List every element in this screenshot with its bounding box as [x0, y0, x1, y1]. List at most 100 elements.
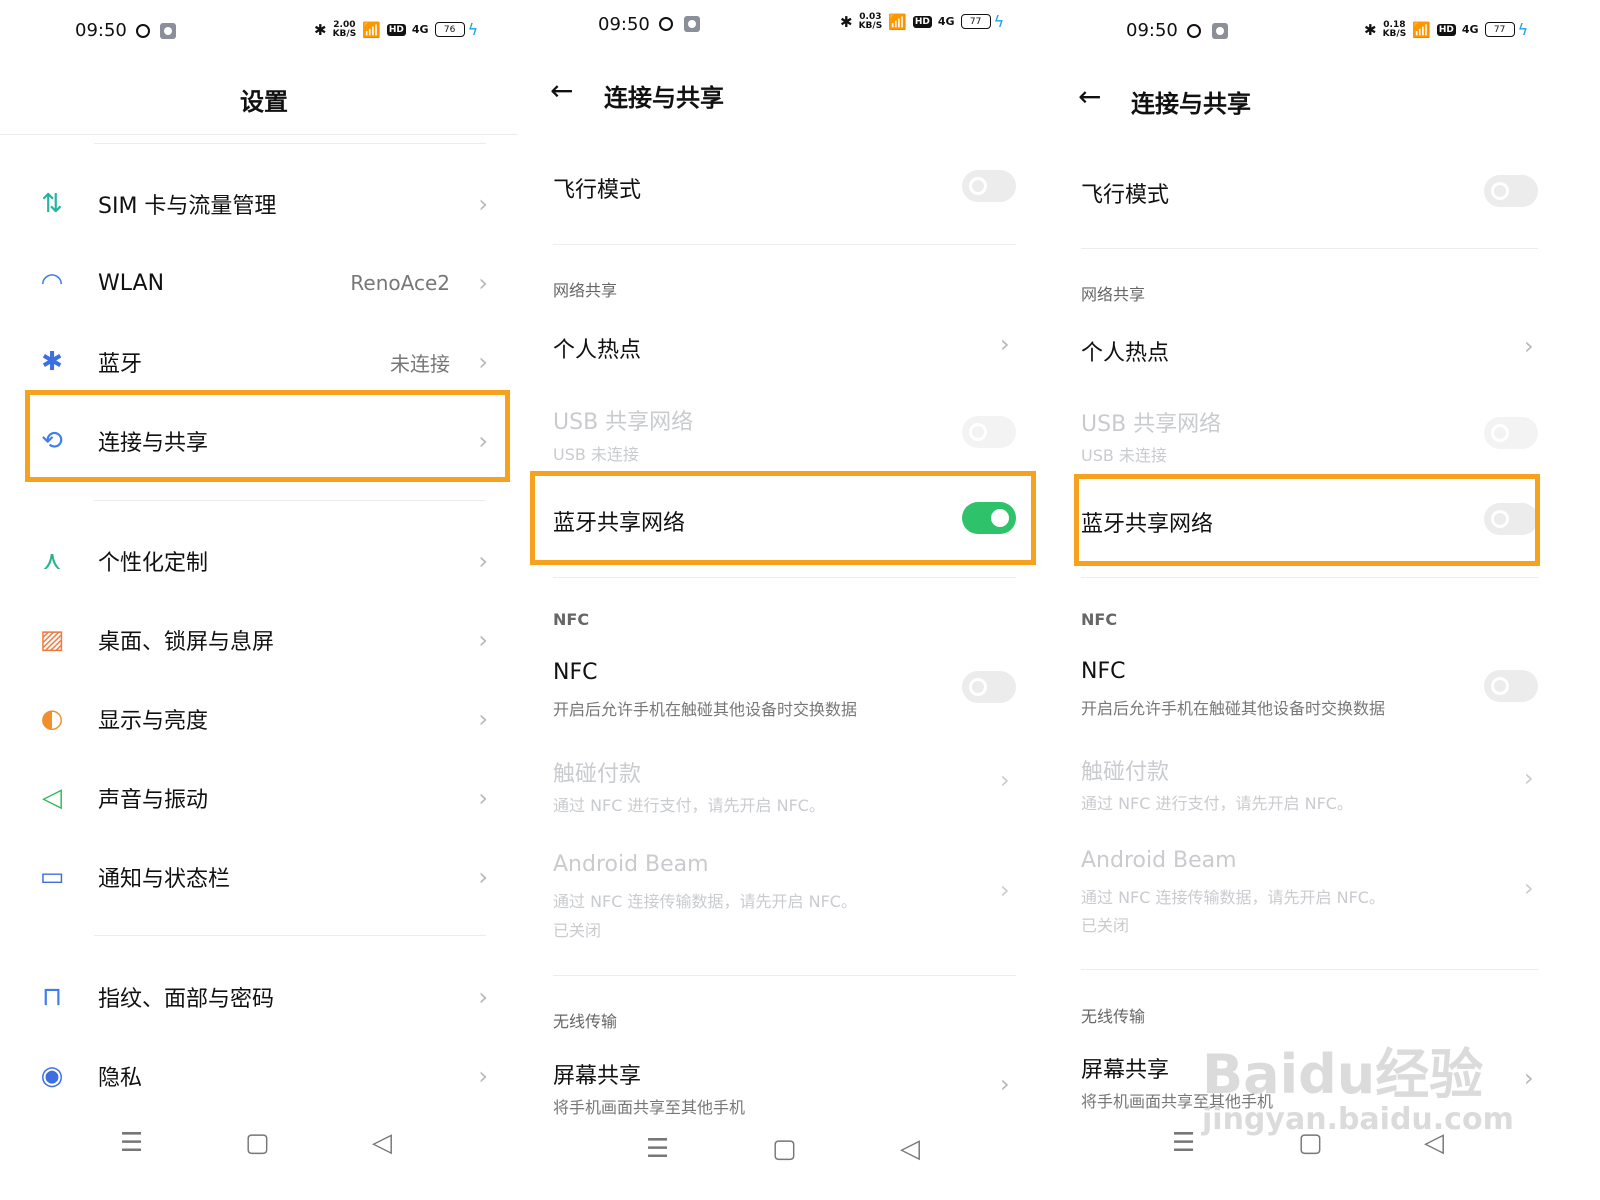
- wifi-status-icon: 📶: [362, 20, 381, 39]
- tap-pay-description: 通过 NFC 进行支付，请先开启 NFC。: [1081, 794, 1353, 813]
- nfc-description: 开启后允许手机在触碰其他设备时交换数据: [1081, 699, 1386, 718]
- sim-data-icon: ⇅: [41, 189, 63, 219]
- chevron-right-icon: ›: [478, 547, 488, 575]
- privacy-eye-icon: ◉: [40, 1061, 64, 1091]
- nav-back-icon[interactable]: ◁: [900, 1134, 920, 1164]
- settings-item-label: 显示与亮度: [98, 709, 209, 734]
- personalize-icon: ⋏: [42, 546, 62, 576]
- settings-screen: 09:50 ✱ 2.00 KB/S 📶 HD 4G 76 ϟ 设置 ⇅ SIM 卡与…: [0, 0, 528, 1200]
- hotspot-label[interactable]: 个人热点: [553, 332, 641, 364]
- section-wireless: 无线传输: [553, 1012, 618, 1031]
- nfc-toggle[interactable]: [1484, 670, 1538, 702]
- signal-icon: 4G: [1461, 23, 1479, 36]
- settings-item[interactable]: ◉ 隐私 ›: [32, 1046, 492, 1106]
- settings-item[interactable]: ⇅ SIM 卡与流量管理 ›: [32, 174, 492, 234]
- chevron-right-icon: ›: [1000, 330, 1010, 358]
- settings-item-label: 蓝牙: [98, 352, 143, 377]
- chevron-right-icon: ›: [478, 626, 488, 654]
- settings-item[interactable]: ▨ 桌面、锁屏与息屏 ›: [32, 610, 492, 670]
- section-wireless: 无线传输: [1081, 1007, 1146, 1026]
- highlight-box: [530, 471, 1036, 565]
- chevron-right-icon: ›: [478, 190, 488, 218]
- nav-menu-icon[interactable]: ☰: [120, 1128, 143, 1158]
- chevron-right-icon: ›: [1000, 766, 1010, 794]
- hd-icon: HD: [912, 15, 932, 28]
- chevron-right-icon: ›: [1524, 874, 1534, 902]
- bluetooth-status-icon: ✱: [1364, 20, 1377, 39]
- sound-icon: ◁: [42, 783, 62, 813]
- net-speed: 0.18 KB/S: [1382, 19, 1407, 39]
- settings-item-label: 声音与振动: [98, 788, 209, 813]
- usb-tether-toggle: [962, 416, 1016, 448]
- settings-item-label: 个性化定制: [98, 551, 209, 576]
- status-bar: 09:50 ✱ 0.18 KB/S 📶 HD 4G 77 ϟ: [1062, 16, 1600, 46]
- nav-back-icon[interactable]: ◁: [1424, 1128, 1444, 1158]
- usb-tether-status: USB 未连接: [553, 445, 639, 464]
- sync-icon: [659, 17, 673, 31]
- status-bar: 09:50 ✱ 0.03 KB/S 📶 HD 4G 77 ϟ: [528, 11, 1062, 46]
- sync-icon: [1187, 24, 1201, 38]
- nfc-label: NFC: [553, 660, 598, 685]
- nfc-label: NFC: [1081, 659, 1126, 684]
- airplane-mode-toggle[interactable]: [1484, 175, 1538, 207]
- bluetooth-icon: ✱: [41, 347, 63, 377]
- section-network-share: 网络共享: [553, 281, 618, 300]
- hotspot-label[interactable]: 个人热点: [1081, 335, 1169, 367]
- usb-tether-status: USB 未连接: [1081, 446, 1167, 465]
- hd-icon: HD: [386, 23, 406, 36]
- settings-item-value: 未连接: [390, 351, 450, 376]
- android-beam-label: Android Beam: [553, 852, 709, 877]
- signal-icon: 4G: [411, 23, 429, 36]
- settings-item[interactable]: ▭ 通知与状态栏 ›: [32, 847, 492, 907]
- nav-menu-icon[interactable]: ☰: [1172, 1128, 1195, 1158]
- brightness-icon: ◐: [40, 704, 64, 734]
- nav-home-icon[interactable]: ▢: [1298, 1128, 1323, 1158]
- watermark-logo: Baidu经验: [1202, 1043, 1484, 1106]
- settings-item-label: 指纹、面部与密码: [98, 987, 275, 1012]
- settings-item[interactable]: ⋏ 个性化定制 ›: [32, 531, 492, 591]
- usb-tether-label: USB 共享网络: [553, 410, 694, 435]
- chevron-right-icon: ›: [1524, 1064, 1534, 1092]
- settings-item-label: WLAN: [98, 270, 165, 296]
- back-button[interactable]: ←: [550, 74, 573, 107]
- screen-share-description: 将手机画面共享至其他手机: [553, 1098, 746, 1117]
- tap-pay-label: 触碰付款: [1081, 760, 1170, 785]
- screen-share-label[interactable]: 屏幕共享: [1081, 1052, 1169, 1084]
- clock: 09:50: [75, 20, 127, 41]
- airplane-mode-toggle[interactable]: [962, 170, 1016, 202]
- battery-icon: 76: [434, 22, 465, 37]
- wifi-icon: ◠: [40, 268, 64, 298]
- clock: 09:50: [1126, 20, 1178, 41]
- settings-item[interactable]: ⊓ 指纹、面部与密码 ›: [32, 967, 492, 1027]
- screen-share-label[interactable]: 屏幕共享: [553, 1058, 641, 1090]
- charging-icon: ϟ: [1517, 20, 1529, 39]
- connection-share-screen-off: 09:50 ✱ 0.18 KB/S 📶 HD 4G 77 ϟ ← 连接与共享 飞行…: [1062, 0, 1600, 1200]
- settings-item[interactable]: ✱ 蓝牙 未连接 ›: [32, 332, 492, 392]
- nav-back-icon[interactable]: ◁: [372, 1128, 392, 1158]
- wifi-status-icon: 📶: [888, 12, 907, 31]
- clock: 09:50: [598, 14, 650, 35]
- battery-icon: 77: [960, 14, 991, 29]
- sync-icon: [136, 24, 150, 38]
- settings-item-label: 桌面、锁屏与息屏: [98, 630, 275, 655]
- settings-item[interactable]: ◠ WLAN RenoAce2 ›: [32, 253, 492, 313]
- chevron-right-icon: ›: [478, 863, 488, 891]
- android-beam-description: 通过 NFC 连接传输数据，请先开启 NFC。: [553, 892, 857, 911]
- android-beam-state: 已关闭: [1081, 916, 1130, 935]
- nav-home-icon[interactable]: ▢: [772, 1134, 797, 1164]
- back-button[interactable]: ←: [1078, 80, 1101, 113]
- net-speed: 0.03 KB/S: [858, 11, 883, 31]
- highlight-box: [25, 390, 510, 482]
- nav-home-icon[interactable]: ▢: [245, 1128, 270, 1158]
- airplane-mode-label: 飞行模式: [1081, 183, 1170, 208]
- chevron-right-icon: ›: [478, 348, 488, 376]
- nfc-toggle[interactable]: [962, 671, 1016, 703]
- settings-item[interactable]: ◁ 声音与振动 ›: [32, 768, 492, 828]
- usb-tether-label: USB 共享网络: [1081, 412, 1222, 437]
- nav-menu-icon[interactable]: ☰: [646, 1134, 669, 1164]
- settings-item[interactable]: ◐ 显示与亮度 ›: [32, 689, 492, 749]
- signal-icon: 4G: [937, 15, 955, 28]
- highlight-box: [1074, 474, 1540, 566]
- notification-icon: ▭: [39, 862, 65, 892]
- chevron-right-icon: ›: [478, 983, 488, 1011]
